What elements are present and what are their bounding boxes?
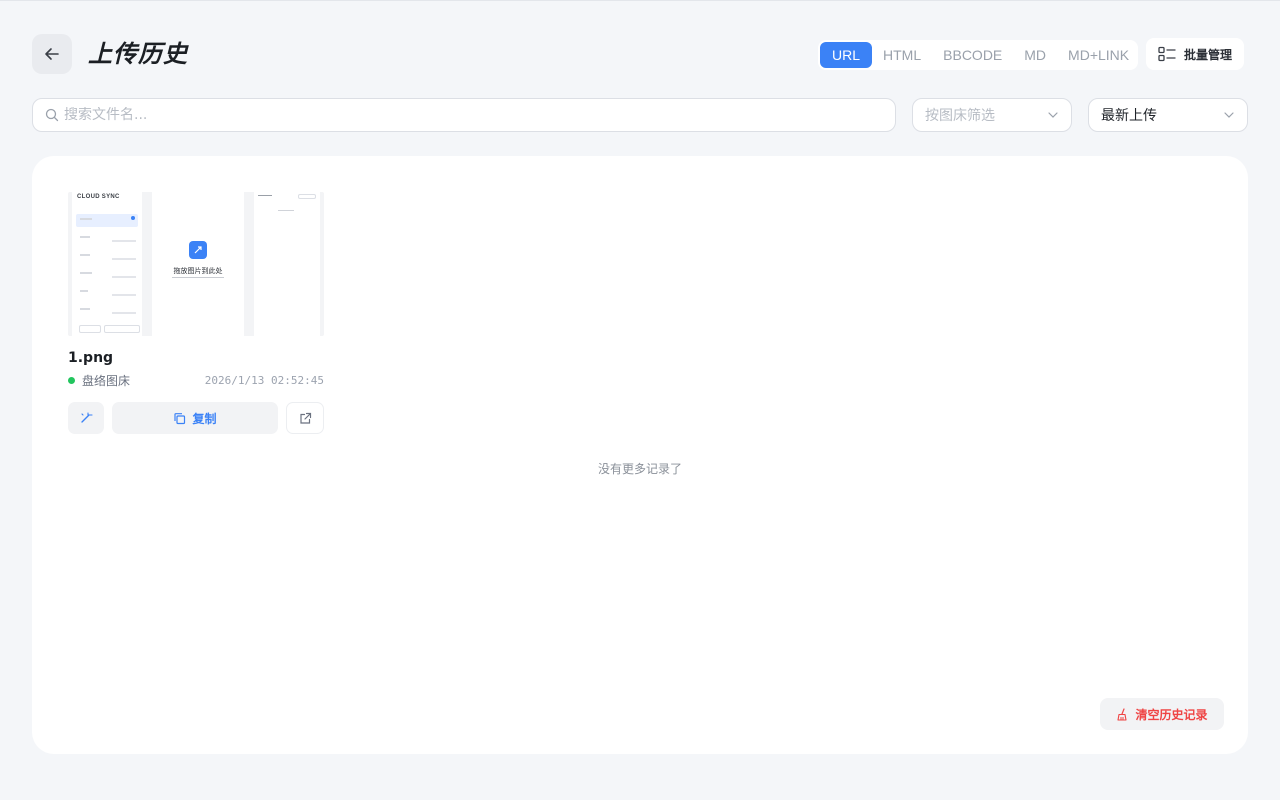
host-name: 盘络图床 [82,373,131,388]
tab-md-link[interactable]: MD+LINK [1057,42,1140,68]
tool-button[interactable] [68,402,104,434]
item-meta: 盘络图床 2026/1/13 02:52:45 [68,372,324,388]
item-actions: 复制 [68,402,324,434]
history-panel: CLOUD SYNC 拖放图片到此处 1.png 盘络图床 2026/1/13 … [32,156,1248,754]
page-title: 上传历史 [88,40,188,68]
tab-bbcode[interactable]: BBCODE [932,42,1013,68]
external-link-icon [299,412,311,424]
no-more-records-text: 没有更多记录了 [597,462,682,476]
copy-icon [174,412,186,424]
sort-value: 最新上传 [1101,108,1157,124]
thumb-drop-area: 拖放图片到此处 [152,192,244,336]
tab-url[interactable]: URL [820,42,873,68]
list-manage-icon [1158,46,1176,62]
copy-label: 复制 [192,411,217,426]
tab-md[interactable]: MD [1013,42,1057,68]
file-name: 1.png [68,350,114,366]
chevron-down-icon [1224,112,1234,118]
open-link-button[interactable] [286,402,324,434]
sort-select[interactable]: 最新上传 [1088,98,1248,132]
batch-manage-button[interactable]: 批量管理 [1146,38,1244,70]
host-filter-select[interactable]: 按图床筛选 [912,98,1072,132]
host-filter-placeholder: 按图床筛选 [925,108,995,124]
search-box [32,98,896,132]
upload-time: 2026/1/13 02:52:45 [204,373,324,387]
upload-rocket-icon [189,241,207,259]
back-button[interactable] [32,34,72,74]
chevron-down-icon [1048,112,1058,118]
window-top-border [0,0,1280,1]
magic-wand-icon [81,412,93,423]
thumb-drop-text: 拖放图片到此处 [173,267,223,275]
thumb-brand: CLOUD SYNC [77,194,120,200]
status-dot [68,376,75,384]
clear-history-button[interactable]: 清空历史记录 [1100,698,1224,730]
thumb-sidebar: CLOUD SYNC [72,192,142,336]
clear-history-label: 清空历史记录 [1135,707,1208,722]
search-icon [45,108,59,122]
history-item: CLOUD SYNC 拖放图片到此处 1.png 盘络图床 2026/1/13 … [68,192,324,434]
search-input[interactable] [64,107,864,123]
tab-html[interactable]: HTML [872,42,932,68]
broom-icon [1117,707,1128,721]
image-thumbnail[interactable]: CLOUD SYNC 拖放图片到此处 [68,192,324,336]
thumb-right-panel [254,192,320,336]
batch-manage-label: 批量管理 [1184,47,1233,62]
format-tabs: URL HTML BBCODE MD MD+LINK [818,40,1138,70]
copy-button[interactable]: 复制 [112,402,278,434]
arrow-left-icon [45,48,59,60]
